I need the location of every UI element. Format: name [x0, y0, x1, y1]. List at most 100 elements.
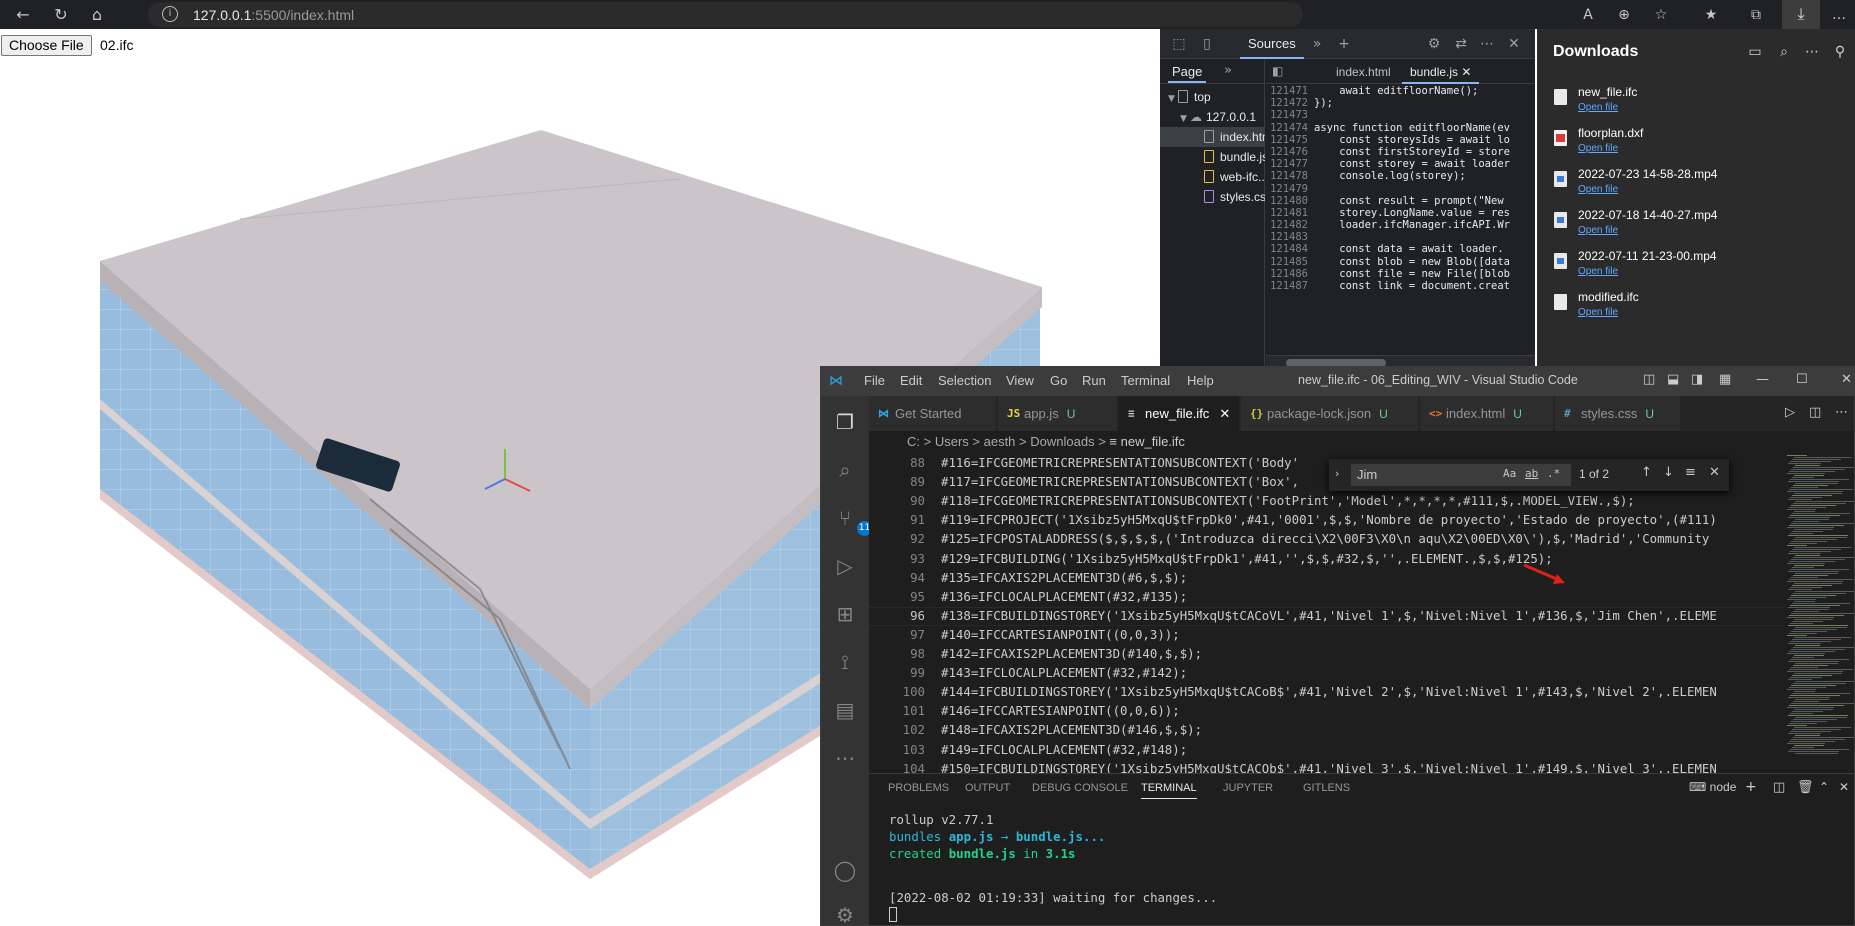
devtools-more-icon[interactable]: ⋯	[1478, 35, 1496, 53]
more-nav-tabs-icon[interactable]: »	[1224, 63, 1232, 78]
open-file-link[interactable]: Open file	[1578, 184, 1618, 195]
terminal-cursor[interactable]	[889, 907, 897, 922]
close-panel-icon[interactable]: ✕	[1839, 780, 1849, 794]
breadcrumb-file[interactable]: ≡ new_file.ifc	[1109, 434, 1185, 449]
tab-app-js[interactable]: JS app.js U	[998, 396, 1118, 431]
toggle-navigator-icon[interactable]: ◧	[1272, 64, 1283, 78]
more-options-icon[interactable]: ⋯	[1803, 43, 1821, 61]
menu-edit[interactable]: Edit	[900, 373, 922, 388]
home-icon[interactable]: ⌂	[86, 4, 108, 26]
open-file-link[interactable]: Open file	[1578, 143, 1618, 154]
more-views-icon[interactable]: ⋯	[831, 744, 859, 772]
close-tab-icon[interactable]: ✕	[1461, 65, 1471, 79]
more-icon[interactable]: …	[1828, 4, 1850, 26]
breadcrumb-downloads[interactable]: Downloads	[1030, 434, 1094, 449]
close-window-icon[interactable]: ✕	[1841, 372, 1852, 387]
tree-file-web-ifc[interactable]: web-ifc...	[1160, 167, 1265, 187]
devtools-code[interactable]: 121471 await editfloorName(); 121472}); 12…	[1266, 85, 1535, 353]
editor-tab-index-html[interactable]: index.html	[1328, 60, 1399, 84]
inspect-icon[interactable]: ⬚	[1170, 35, 1188, 53]
maximize-icon[interactable]: ☐	[1796, 372, 1808, 387]
open-file-link[interactable]: Open file	[1578, 266, 1618, 277]
maximize-panel-icon[interactable]: ⌃	[1819, 780, 1829, 794]
source-control-icon[interactable]: ⑂ 11	[831, 504, 872, 536]
customize-layout-icon[interactable]: ▦	[1719, 372, 1731, 387]
layout-panel-icon[interactable]: ⬓	[1667, 372, 1679, 387]
menu-terminal[interactable]: Terminal	[1121, 373, 1170, 388]
downloads-icon[interactable]: ⤓	[1782, 0, 1820, 29]
extensions-icon[interactable]: ⊞	[831, 600, 859, 628]
settings-icon[interactable]: ⚙	[1425, 35, 1443, 53]
back-icon[interactable]: ←	[12, 4, 34, 26]
menu-selection[interactable]: Selection	[938, 373, 991, 388]
menu-view[interactable]: View	[1006, 373, 1034, 388]
explorer-icon[interactable]: ❐	[831, 408, 859, 436]
close-devtools-icon[interactable]: ✕	[1505, 35, 1523, 53]
tab-get-started[interactable]: ⋈ Get Started	[869, 396, 997, 431]
run-icon[interactable]: ▷	[1785, 405, 1795, 420]
address-bar[interactable]: i 127.0.0.1:5500/index.html	[148, 2, 1303, 27]
minimap[interactable]	[1785, 453, 1854, 773]
info-icon[interactable]: i	[162, 6, 178, 22]
search-icon[interactable]: ⌕	[831, 456, 859, 484]
panel-tab-gitlens[interactable]: GITLENS	[1303, 782, 1350, 794]
new-terminal-icon[interactable]: +	[1745, 779, 1757, 795]
panel-tab-terminal[interactable]: TERMINAL	[1141, 782, 1197, 799]
collections-icon[interactable]: ⧉	[1745, 4, 1767, 26]
menu-run[interactable]: Run	[1082, 373, 1106, 388]
editor-more-icon[interactable]: ⋯	[1835, 405, 1848, 420]
pin-icon[interactable]: ⚲	[1831, 43, 1849, 61]
download-item[interactable]: modified.ifc Open file	[1537, 286, 1855, 334]
device-toggle-icon[interactable]: ▯	[1198, 35, 1216, 53]
more-tabs-icon[interactable]: »	[1308, 35, 1326, 53]
read-aloud-icon[interactable]: A	[1577, 4, 1599, 26]
editor-tab-bundle-js[interactable]: bundle.js ✕	[1402, 60, 1480, 84]
tab-package-lock-json[interactable]: {} package-lock.json U	[1241, 396, 1419, 431]
open-file-link[interactable]: Open file	[1578, 225, 1618, 236]
breadcrumb-aesth[interactable]: aesth	[984, 434, 1016, 449]
tab-new-file-ifc[interactable]: ≡ new_file.ifc ✕	[1119, 396, 1240, 431]
panel-tab-problems[interactable]: PROBLEMS	[888, 782, 949, 794]
terminal-selector[interactable]: ⌨ node	[1689, 780, 1736, 794]
tab-index-html[interactable]: <> index.html U	[1420, 396, 1554, 431]
breadcrumb-users[interactable]: Users	[935, 434, 969, 449]
panel-tab-debug-console[interactable]: DEBUG CONSOLE	[1032, 782, 1128, 794]
tree-file-bundle-js[interactable]: bundle.js	[1160, 147, 1265, 167]
account-icon[interactable]: ◯	[831, 856, 859, 884]
panel-tab-output[interactable]: OUTPUT	[965, 782, 1010, 794]
tab-page[interactable]: Page	[1168, 62, 1207, 83]
search-icon[interactable]: ⌕	[1775, 43, 1793, 61]
tree-file-index-html[interactable]: index.html	[1160, 127, 1265, 147]
remote-icon[interactable]: ⇄	[1452, 35, 1470, 53]
zoom-icon[interactable]: ⊕	[1613, 4, 1635, 26]
breadcrumb-drive[interactable]: C:	[907, 434, 920, 449]
gitlens-icon[interactable]: ⟟	[831, 648, 859, 676]
open-file-link[interactable]: Open file	[1578, 102, 1618, 113]
open-folder-icon[interactable]: ▭	[1746, 43, 1764, 61]
favorites-icon[interactable]: ★	[1700, 4, 1722, 26]
code-editor[interactable]: 88 #116=IFCGEOMETRICREPRESENTATIONSUBCONT…	[869, 453, 1785, 773]
tab-styles-css[interactable]: # styles.css U	[1555, 396, 1681, 431]
menu-help[interactable]: Help	[1187, 373, 1214, 388]
open-file-link[interactable]: Open file	[1578, 307, 1618, 318]
menu-go[interactable]: Go	[1050, 373, 1067, 388]
refresh-icon[interactable]: ↻	[50, 4, 72, 26]
favorite-add-icon[interactable]: ☆	[1650, 4, 1672, 26]
tree-host[interactable]: ▼ ☁ 127.0.0.1	[1160, 107, 1265, 127]
kill-terminal-icon[interactable]: 🗑	[1797, 780, 1814, 795]
close-tab-icon[interactable]: ✕	[1219, 407, 1230, 422]
tree-file-styles-css[interactable]: styles.css	[1160, 187, 1265, 207]
split-editor-icon[interactable]: ◫	[1809, 405, 1821, 420]
layout-secondary-icon[interactable]: ◨	[1691, 372, 1703, 387]
add-tab-icon[interactable]: +	[1335, 35, 1353, 53]
layout-sidebar-icon[interactable]: ◫	[1643, 372, 1655, 387]
docker-icon[interactable]: ▤	[831, 696, 859, 724]
manage-gear-icon[interactable]: ⚙	[831, 901, 859, 925]
panel-tab-jupyter[interactable]: JUPYTER	[1223, 782, 1273, 794]
minimize-icon[interactable]: —	[1756, 372, 1769, 387]
split-terminal-icon[interactable]: ◫	[1773, 780, 1785, 795]
menu-file[interactable]: File	[864, 373, 885, 388]
tree-top[interactable]: ▼ top	[1160, 87, 1265, 107]
tab-sources[interactable]: Sources	[1240, 29, 1304, 59]
choose-file-button[interactable]: Choose File	[1, 35, 92, 56]
